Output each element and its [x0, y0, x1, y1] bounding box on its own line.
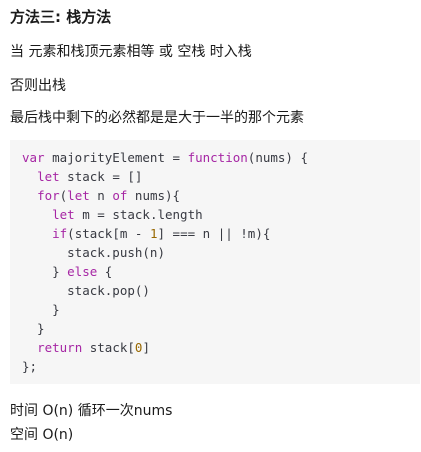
- code-line: };: [22, 357, 420, 376]
- code-line: stack.push(n): [22, 243, 420, 262]
- code-line: let stack = []: [22, 167, 420, 186]
- space-complexity: 空间 O(n): [10, 427, 74, 443]
- paragraph-result-note: 最后栈中剩下的必然都是是大于一半的那个元素: [10, 110, 304, 126]
- code-line: return stack[0]: [22, 338, 420, 357]
- code-number: 1: [149, 226, 158, 241]
- code-keyword: if: [52, 226, 68, 241]
- paragraph-pop-rule: 否则出栈: [10, 78, 66, 94]
- code-text: ] === n || !m){: [157, 226, 271, 241]
- code-line: stack.pop(): [22, 281, 420, 300]
- code-keyword: let: [52, 207, 75, 222]
- code-keyword: else: [67, 264, 98, 279]
- code-keyword: of: [112, 188, 128, 203]
- code-text: stack.pop(): [22, 283, 150, 298]
- code-keyword: return: [37, 340, 83, 355]
- code-text: majorityElement =: [44, 150, 188, 165]
- code-block: var majorityElement = function(nums) { l…: [10, 140, 420, 384]
- section-heading: 方法三: 栈方法: [10, 8, 112, 26]
- code-line: }: [22, 300, 420, 319]
- code-line: } else {: [22, 262, 420, 281]
- code-text: {: [97, 264, 113, 279]
- code-line: var majorityElement = function(nums) {: [22, 148, 420, 167]
- code-keyword: function: [187, 150, 248, 165]
- code-text: }: [22, 321, 45, 336]
- code-line: let m = stack.length: [22, 205, 420, 224]
- code-text: ]: [142, 340, 150, 355]
- code-text: stack[: [82, 340, 135, 355]
- code-text: (stack[m -: [67, 226, 150, 241]
- code-line: for(let n of nums){: [22, 186, 420, 205]
- code-line: }: [22, 319, 420, 338]
- code-keyword: let: [67, 188, 90, 203]
- code-keyword: var: [22, 150, 45, 165]
- code-text: (nums) {: [247, 150, 309, 165]
- code-text: nums){: [127, 188, 181, 203]
- code-text: stack.push(n): [22, 245, 165, 260]
- code-keyword: for: [37, 188, 60, 203]
- code-text: stack = []: [59, 169, 143, 184]
- code-text: n: [89, 188, 113, 203]
- code-keyword: let: [37, 169, 60, 184]
- code-text: }: [22, 302, 60, 317]
- code-text: };: [22, 359, 38, 374]
- code-line: if(stack[m - 1] === n || !m){: [22, 224, 420, 243]
- code-text: }: [22, 264, 68, 279]
- time-complexity: 时间 O(n) 循环一次nums: [10, 403, 173, 419]
- code-text: m = stack.length: [74, 207, 203, 222]
- paragraph-push-rule: 当 元素和栈顶元素相等 或 空栈 时入栈: [10, 44, 252, 60]
